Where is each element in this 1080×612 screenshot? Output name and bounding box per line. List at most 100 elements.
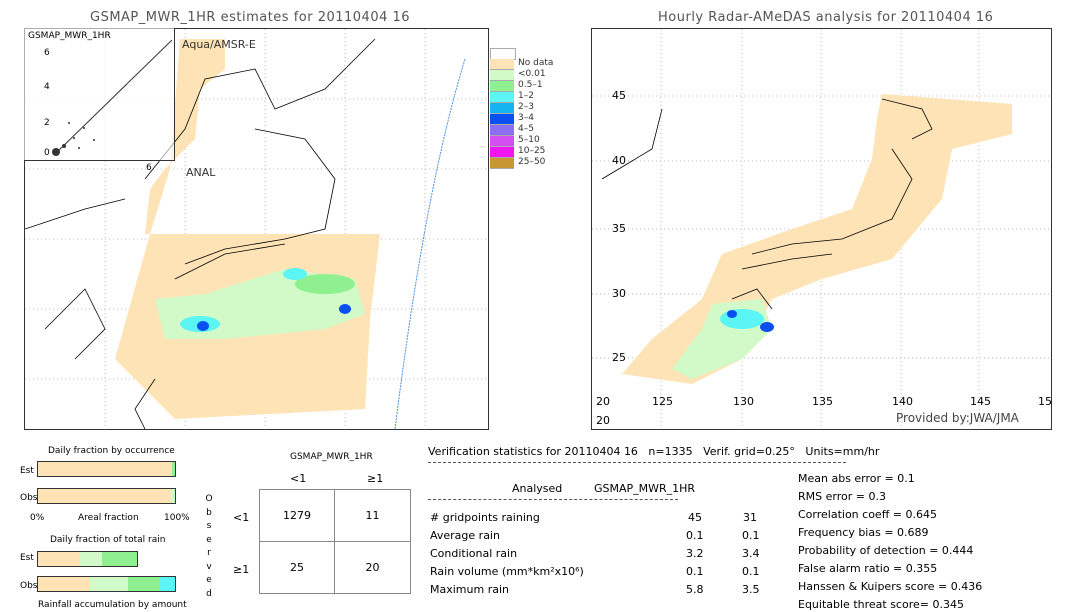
score: RMS error = 0.3 [798,490,886,503]
score: Frequency bias = 0.689 [798,526,929,539]
value: 0.1 [686,565,704,578]
legend-swatch [490,147,514,158]
contingency-header: GSMAP_MWR_1HR [290,452,373,462]
score: Hanssen & Kuipers score = 0.436 [798,580,983,593]
left-map-title: GSMAP_MWR_1HR estimates for 20110404 16 [90,10,411,25]
value: 45 [688,511,702,524]
col-label: ≥1 [367,472,384,485]
legend-swatch [490,70,514,81]
value: 3.2 [686,547,704,560]
legend-label: 5–10 [518,135,540,145]
legend-label: 2–3 [518,102,534,112]
row-label: Rain volume (mm*km²x10⁶) [430,565,584,578]
legend-swatch [490,158,514,169]
occurrence-title: Daily fraction by occurrence [48,446,175,456]
legend-label: 4–5 [518,124,534,134]
legend-swatch [490,59,514,70]
legend-label: 25–50 [518,157,546,167]
row-label: ≥1 [233,563,250,576]
total-rain-obs-bar [37,576,176,592]
inset-tick: 6 [44,48,50,58]
est-label: Est [20,553,34,563]
divider [428,499,678,500]
legend-swatch [490,125,514,136]
lon-tick: 20 [596,395,610,408]
legend-label: 3–4 [518,113,534,123]
value: 31 [743,511,757,524]
value: 0.1 [742,529,760,542]
legend-swatch [490,92,514,103]
score: Correlation coeff = 0.645 [798,508,937,521]
axis-label: Areal fraction [78,513,139,523]
scatter-inset: GSMAP_MWR_1HR 6 4 2 0 [24,28,175,161]
row-label: Conditional rain [430,547,518,560]
row-label: <1 [233,511,250,524]
legend-swatch [490,103,514,114]
table-cell: 11 [335,490,410,542]
score: False alarm ratio = 0.355 [798,562,938,575]
sensor-label: Aqua/AMSR-E [182,38,256,51]
inset-tick: 4 [44,82,50,92]
obs-label: Obs [20,581,38,591]
table-cell: 20 [365,560,380,574]
right-map-title: Hourly Radar-AMeDAS analysis for 2011040… [658,10,994,25]
legend-label: 10–25 [518,146,546,156]
table-cell: 25 [260,541,335,593]
credit-label: Provided by:JWA/JMA [896,411,1019,425]
legend-label: 1–2 [518,91,534,101]
table-cell: 1279 [260,490,335,542]
col-header: Analysed [512,482,563,495]
lon-tick: 125 [652,395,673,408]
observed-label: Observed [205,494,213,599]
score: Mean abs error = 0.1 [798,472,915,485]
value: 3.4 [742,547,760,560]
total-rain-title: Daily fraction of total rain [50,535,166,545]
divider [428,462,846,463]
total-rain-caption: Rainfall accumulation by amount [38,600,187,610]
inset-tick: 0 [44,148,50,158]
row-label: Maximum rain [430,583,509,596]
legend-label: <0.01 [518,69,546,79]
value: 0.1 [686,529,704,542]
obs-label: Obs [20,493,38,503]
right-map: 45 40 35 30 25 20 20 125 130 135 140 145… [591,28,1052,430]
lon-tick: 145 [970,395,991,408]
lon-tick: 15 [1038,395,1052,408]
col-header: GSMAP_MWR_1HR [594,482,696,495]
lat-tick: 30 [612,287,626,300]
score: Probability of detection = 0.444 [798,544,974,557]
score: Equitable threat score= 0.345 [798,598,964,611]
lat-tick: 20 [596,414,610,427]
value: 3.5 [742,583,760,596]
lat-tick: 40 [612,154,626,167]
occurrence-est-bar [37,461,176,477]
verification-header: Verification statistics for 20110404 16 … [428,445,880,458]
lon-tick: 135 [812,395,833,408]
anal-label: ANAL [186,166,216,179]
lon-tick: 140 [892,395,913,408]
legend-label: 0.5–1 [518,80,543,90]
axis-label: 0% [30,513,45,523]
row-label: Average rain [430,529,500,542]
lat-tick: 25 [612,351,626,364]
value: 0.1 [742,565,760,578]
est-label: Est [20,466,34,476]
col-label: <1 [290,472,307,485]
contingency-table: 1279 11 25 20 [259,489,411,594]
lat-tick: 45 [612,89,626,102]
legend-label: No data [518,58,554,68]
inset-tick: 2 [44,118,50,128]
inset-label: GSMAP_MWR_1HR [28,31,111,41]
lon-tick: 130 [733,395,754,408]
inset-tick: 6 [146,163,152,173]
row-label: # gridpoints raining [430,511,540,524]
lat-tick: 35 [612,222,626,235]
total-rain-est-bar [37,551,138,567]
analysis-domain [622,94,1012,384]
occurrence-obs-bar [37,488,176,504]
value: 5.8 [686,583,704,596]
axis-label: 100% [164,513,190,523]
legend-swatch [490,136,514,147]
legend-swatch [490,81,514,92]
legend-swatch [490,114,514,125]
